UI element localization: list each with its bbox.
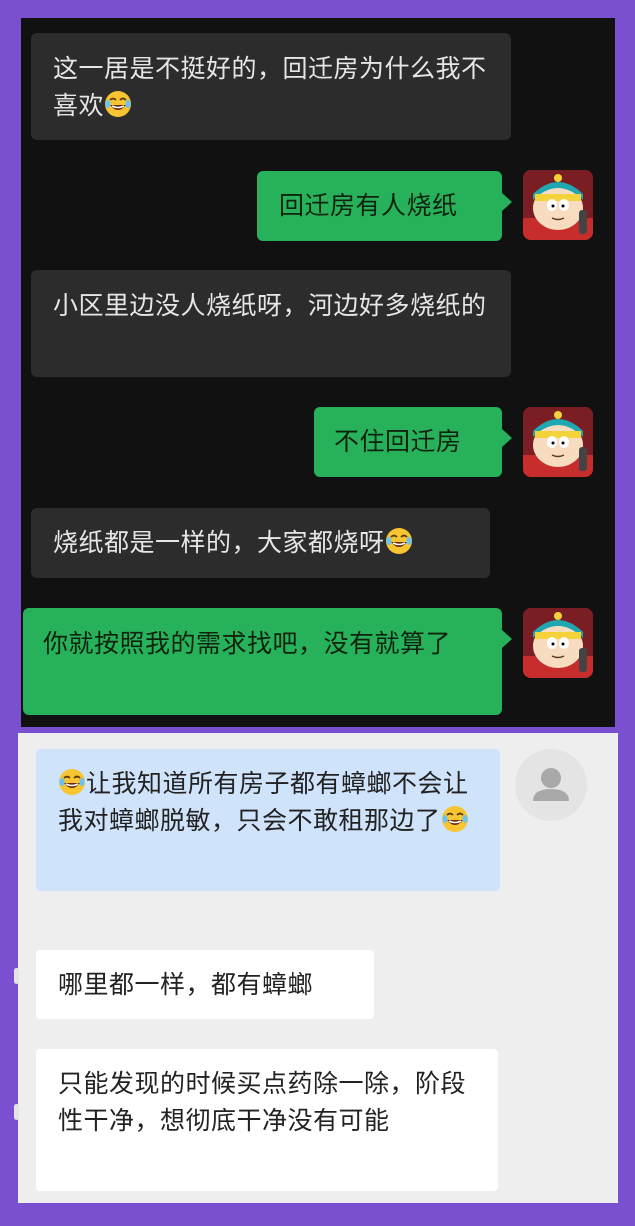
default-user-avatar-icon[interactable] [515,749,587,821]
laughing-tears-emoji-icon [384,527,413,555]
chat-message-outgoing[interactable]: 回迁房有人烧纸 [257,171,512,241]
edge-marker [14,1104,19,1120]
cartoon-boy-avatar-icon[interactable] [523,407,593,477]
chat-message-incoming[interactable]: 小区里边没人烧纸呀，河边好多烧纸的 [31,270,511,377]
chat-message-incoming[interactable]: 这一居是不挺好的，回迁房为什么我不喜欢 [31,33,511,140]
laughing-tears-emoji-icon [440,805,469,833]
chat-message-outgoing[interactable]: 不住回迁房 [314,407,512,477]
laughing-tears-emoji-icon [58,768,86,796]
chat-message-incoming[interactable]: 只能发现的时候买点药除一除，阶段性干净，想彻底干净没有可能 [36,1049,498,1191]
laughing-tears-emoji-icon [104,90,132,118]
chat-message-incoming[interactable]: 哪里都一样，都有蟑螂 [36,950,374,1019]
chat-message-outgoing[interactable]: 你就按照我的需求找吧，没有就算了 [23,608,512,715]
edge-marker [14,968,19,984]
chat-message-incoming[interactable]: 烧纸都是一样的，大家都烧呀 [31,508,490,578]
chat-message-outgoing[interactable]: 让我知道所有房子都有蟑螂不会让我对蟑螂脱敏，只会不敢租那边了 [36,749,500,891]
cartoon-boy-avatar-icon[interactable] [523,608,593,678]
cartoon-boy-avatar-icon[interactable] [523,170,593,240]
